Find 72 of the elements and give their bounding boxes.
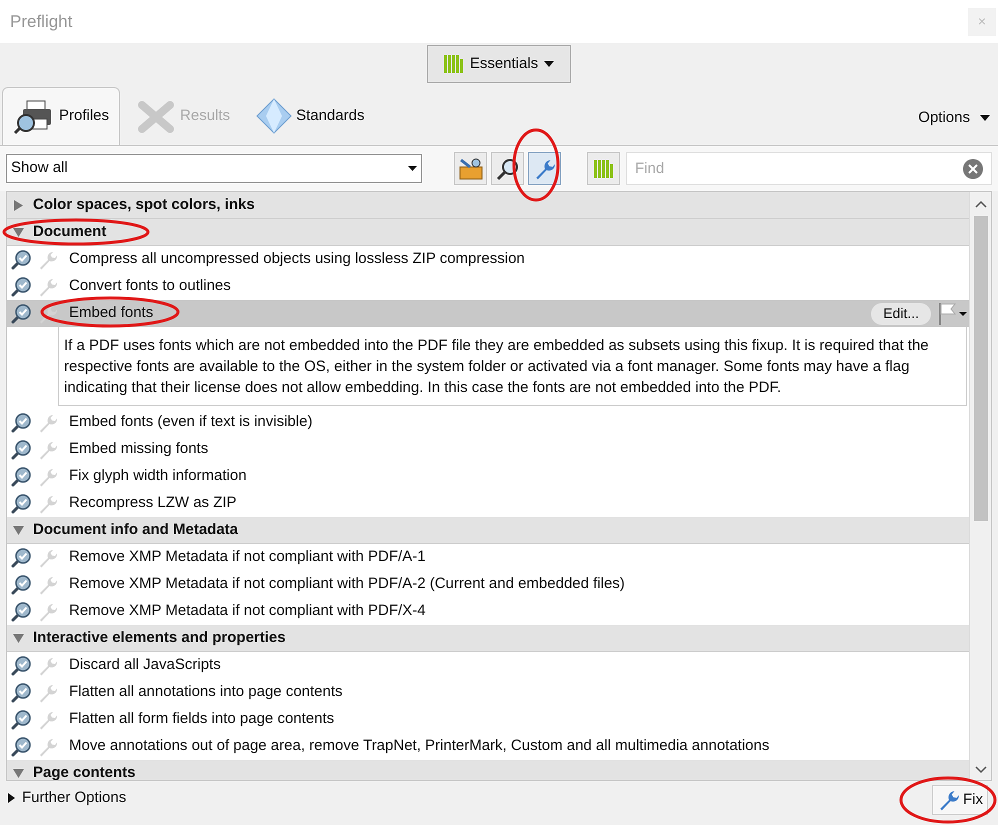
group-header[interactable]: Document — [7, 219, 969, 246]
group-title: Document — [33, 222, 106, 242]
magnifier-check-icon[interactable] — [11, 602, 33, 622]
scroll-up-icon[interactable] — [974, 200, 986, 208]
scrollbar[interactable] — [969, 192, 991, 780]
group-title: Interactive elements and properties — [33, 628, 286, 648]
fixup-label: Embed fonts — [69, 303, 154, 324]
fixup-label: Move annotations out of page area, remove TrapNet, PrinterMark, Custom and all multimedia annotations — [69, 736, 770, 756]
expanded-arrow-icon[interactable] — [13, 632, 24, 644]
search-icon — [496, 156, 520, 180]
magnifier-check-icon[interactable] — [11, 412, 33, 432]
expanded-arrow-icon[interactable] — [13, 524, 24, 536]
fixup-row[interactable]: Embed fonts Edit... — [7, 300, 969, 327]
cross-tools-icon — [136, 99, 176, 133]
options-menu[interactable]: Options — [918, 96, 998, 140]
group-title: Document info and Metadata — [33, 520, 238, 540]
magnifier-check-icon[interactable] — [11, 710, 33, 730]
caret-icon — [408, 166, 417, 171]
toolbar-button[interactable] — [454, 152, 487, 185]
window-title: Preflight — [10, 10, 72, 33]
toolbar-button[interactable] — [491, 152, 524, 185]
tab[interactable]: Standards — [246, 87, 374, 145]
library-icon — [594, 160, 614, 178]
group-title: Page contents — [33, 762, 136, 780]
edit-button[interactable]: Edit... — [871, 302, 931, 324]
fixup-label: Compress all uncompressed objects using lossless ZIP compression — [69, 249, 525, 270]
expanded-arrow-icon[interactable] — [13, 226, 24, 238]
expanded-arrow-icon[interactable] — [13, 768, 24, 778]
toolbox-icon — [458, 156, 484, 180]
fixup-label: Fix glyph width information — [69, 466, 247, 486]
collapsed-arrow-icon — [8, 793, 15, 804]
library-icon — [444, 55, 464, 73]
magnifier-check-icon[interactable] — [11, 466, 33, 486]
flag-icon[interactable] — [939, 302, 967, 324]
magnifier-check-icon[interactable] — [11, 656, 33, 676]
group-header[interactable]: Document info and Metadata — [7, 517, 969, 544]
fixup-label: Embed fonts (even if text is invisible) — [69, 412, 312, 432]
group-header[interactable]: Page contents — [7, 760, 969, 780]
caret-icon — [980, 115, 990, 121]
library-button[interactable]: Essentials — [426, 45, 572, 83]
fixup-label: Remove XMP Metadata if not compliant with PDF/A-1 — [69, 547, 426, 568]
filter-select[interactable]: Show all — [6, 154, 422, 183]
diamond-icon — [256, 98, 292, 134]
magnifier-check-icon[interactable] — [11, 682, 33, 702]
collapsed-arrow-icon[interactable] — [13, 200, 24, 210]
fixup-label: Embed missing fonts — [69, 439, 208, 460]
fixup-label: Flatten all form fields into page contents — [69, 709, 334, 730]
magnifier-check-icon[interactable] — [11, 494, 33, 514]
magnifier-check-icon[interactable] — [11, 304, 33, 324]
magnifier-check-icon[interactable] — [11, 736, 33, 756]
fixup-label: Discard all JavaScripts — [69, 655, 221, 676]
fixup-description: If a PDF uses fonts which are not embedded into the PDF file they are embedded as subsets using this fixup. It is required that the respective fonts are available to the OS, either in the system folder or activated via a font manager. Some fonts may have a flag indicating that their license does not allow embedding. In this case the fonts are not embedded into the PDF. — [58, 327, 967, 406]
fixup-label: Remove XMP Metadata if not compliant with PDF/A-2 (Current and embedded files) — [69, 574, 625, 594]
magnifier-check-icon[interactable] — [11, 276, 33, 296]
magnifier-check-icon[interactable] — [11, 574, 33, 594]
group-title: Color spaces, spot colors, inks — [33, 194, 255, 215]
further-options-toggle[interactable]: Further Options — [8, 787, 126, 810]
fixup-label: Flatten all annotations into page contents — [69, 682, 343, 702]
scroll-down-icon[interactable] — [974, 766, 986, 774]
group-header[interactable]: Interactive elements and properties — [7, 625, 969, 652]
fixup-label: Remove XMP Metadata if not compliant with PDF/X-4 — [69, 601, 426, 622]
clear-icon[interactable] — [963, 158, 983, 178]
magnifier-check-icon[interactable] — [11, 250, 33, 270]
fixup-label: Convert fonts to outlines — [69, 276, 231, 296]
magnifier-check-icon[interactable] — [11, 548, 33, 568]
magnifier-check-icon[interactable] — [11, 440, 33, 460]
group-header[interactable]: Color spaces, spot colors, inks — [7, 192, 969, 219]
scrollbar-thumb[interactable] — [974, 216, 988, 521]
caret-icon — [544, 61, 554, 67]
fix-button[interactable]: Fix — [932, 785, 988, 815]
tab[interactable]: Profiles — [2, 87, 120, 145]
fixup-label: Recompress LZW as ZIP — [69, 493, 237, 514]
